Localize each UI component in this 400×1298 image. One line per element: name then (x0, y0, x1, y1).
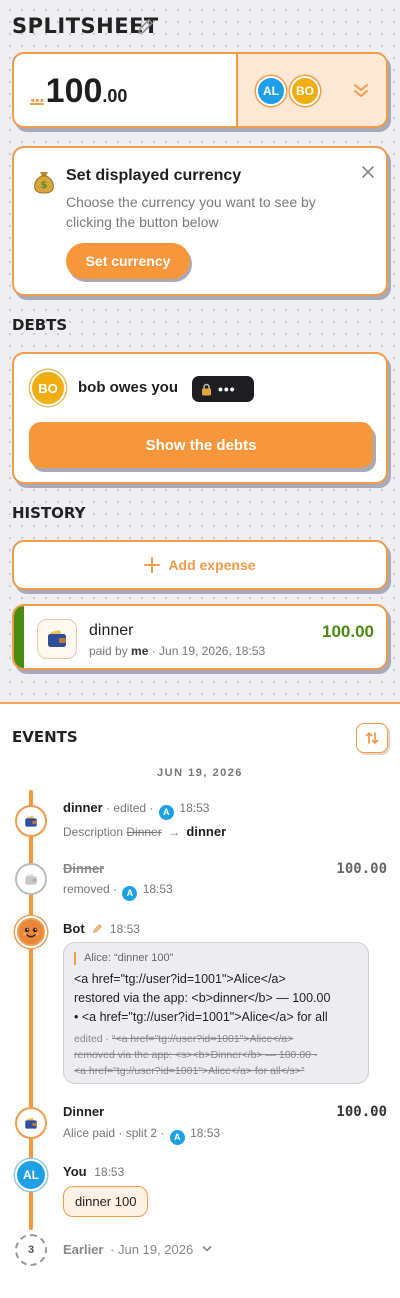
change-arrow: → (168, 825, 181, 839)
event-node-dinner (15, 1107, 47, 1139)
expense-amount: 100.00 (322, 622, 374, 641)
events-date-divider: JUN 19, 2026 (157, 767, 243, 779)
event-edited-detail: Description Dinner → dinner (63, 824, 226, 839)
bot-edited-line-2: removed via the app: <s><b>Dinner</b> — … (74, 1049, 318, 1061)
hidden-amount-pill[interactable]: ••• (192, 376, 254, 402)
debt-text: bob owes you (78, 379, 179, 396)
event-dinner-meta: Alice paid · split 2 · A 18:53 (63, 1126, 220, 1145)
show-debts-button[interactable]: Show the debts (29, 422, 373, 468)
event-edited-header: dinner · edited · A 18:53 (63, 800, 209, 820)
event-removed-time: 18:53 (142, 882, 173, 896)
hidden-amount-dots: ••• (218, 381, 236, 397)
currency-notice-body-2: clicking the button below (66, 214, 219, 230)
new-value: dinner (186, 824, 227, 839)
event-edited-time: 18:53 (179, 801, 210, 815)
event-dinner-title: Dinner (63, 1104, 105, 1119)
currency-notice-title: Set displayed currency (66, 167, 242, 184)
pencil-icon (93, 924, 103, 933)
balance-amount: ... 100 .00 (30, 72, 127, 111)
paid-by-prefix: paid by (89, 644, 132, 658)
chevron-down-icon (202, 1246, 212, 1252)
plus-icon (144, 557, 161, 573)
bot-edited-line-1: edited · “<a href="tg://user?id=1001">Al… (74, 1033, 293, 1045)
chevron-double-down-icon[interactable] (352, 83, 370, 99)
event-removed-avatar: A (122, 885, 138, 901)
wallet-icon (25, 815, 37, 827)
expense-paid-by: paid by me · Jun 19, 2026, 18:53 (89, 644, 265, 658)
dinner-meta-text: Alice paid · split 2 · (63, 1126, 168, 1140)
amount-main: 100 (45, 72, 103, 110)
earlier-count[interactable]: 3 (15, 1234, 47, 1266)
bot-message-line-3: • <a href="tg://user?id=1001">Alice</a> … (74, 1010, 328, 1024)
event-removed-title: Dinner (63, 861, 105, 876)
earlier-label: Earlier (63, 1242, 104, 1257)
expense-icon-box (37, 619, 77, 659)
currency-placeholder[interactable]: ... (30, 85, 45, 108)
add-expense-button[interactable]: Add expense (12, 540, 388, 590)
debts-card: BO bob owes you ••• Show the debts (12, 352, 388, 484)
svg-text:$: $ (41, 180, 48, 191)
edited-old-1: “<a href="tg://user?id=1001">Alice</a> (111, 1033, 294, 1045)
paid-by-name: me (131, 644, 149, 658)
sort-toggle-button[interactable] (356, 723, 388, 753)
event-dinner-time: 18:53 (190, 1126, 221, 1140)
money-bag-icon: $ (34, 172, 54, 194)
you-message-bubble: dinner 100 (63, 1186, 149, 1217)
bot-message-bubble: Alice: “dinner 100” <a href="tg://user?i… (63, 942, 369, 1084)
bot-quote: Alice: “dinner 100” (74, 952, 173, 965)
event-edited-title: dinner (63, 800, 103, 815)
expense-status-stripe (14, 606, 24, 668)
bot-avatar (15, 916, 47, 948)
close-icon[interactable] (362, 166, 374, 178)
bot-message-line-2: restored via the app: <b>dinner</b> — 10… (74, 991, 331, 1005)
amount-cents: .00 (102, 86, 128, 106)
set-currency-button[interactable]: Set currency (66, 243, 190, 279)
debts-section-label: DEBTS (12, 316, 68, 334)
expense-card-dinner[interactable]: dinner paid by me · Jun 19, 2026, 18:53 … (12, 604, 388, 670)
removed-meta-text: removed · (63, 882, 121, 896)
bot-time: 18:53 (109, 922, 140, 936)
wallet-icon (48, 630, 66, 647)
events-section-label: EVENTS (12, 728, 78, 746)
event-dinner-avatar: A (169, 1129, 185, 1145)
balance-card[interactable]: ... 100 .00 AL BO (12, 52, 388, 128)
bot-edited-line-3: <a href="tg://user?id=1001">Alice</a> fo… (74, 1065, 305, 1077)
wallet-icon (25, 1117, 37, 1129)
history-section-label: HISTORY (12, 504, 86, 522)
expense-date: · Jun 19, 2026, 18:53 (148, 644, 266, 658)
lock-icon (202, 383, 211, 395)
currency-notice-body-1: Choose the currency you want to see by (66, 194, 316, 210)
earlier-toggle[interactable]: Earlier · Jun 19, 2026 (63, 1242, 212, 1257)
you-name: You (63, 1164, 87, 1179)
edited-prefix: edited · (74, 1033, 112, 1045)
wallet-gray-icon (25, 873, 37, 885)
you-time: 18:53 (94, 1165, 125, 1179)
avatar-al[interactable]: AL (256, 76, 286, 106)
edit-title-icon[interactable] (136, 17, 155, 36)
detail-prefix: Description (63, 825, 127, 839)
event-edited-meta: · edited · (102, 801, 157, 815)
event-removed-amount: 100.00 (336, 861, 387, 877)
debtor-avatar: BO (30, 370, 66, 406)
event-node-edited (15, 805, 47, 837)
event-edited-avatar: A (158, 804, 174, 820)
event-you-header: You 18:53 (63, 1164, 124, 1179)
bot-face-icon (19, 920, 43, 944)
old-value: Dinner (126, 825, 162, 839)
avatar-bo[interactable]: BO (290, 76, 320, 106)
bot-name: Bot (63, 921, 85, 936)
you-avatar: AL (15, 1159, 47, 1191)
earlier-date: · Jun 19, 2026 (106, 1242, 194, 1257)
event-dinner-amount: 100.00 (336, 1104, 387, 1120)
event-removed-meta: removed · A 18:53 (63, 882, 173, 901)
add-expense-label: Add expense (168, 557, 256, 573)
expense-title: dinner (89, 622, 134, 639)
quote-text: Alice: “dinner 100” (84, 952, 174, 964)
currency-notice-card: $ Set displayed currency Choose the curr… (12, 146, 388, 296)
bot-message-line-1: <a href="tg://user?id=1001">Alice</a> (74, 972, 286, 986)
event-node-removed (15, 863, 47, 895)
event-bot-header: Bot 18:53 (63, 921, 140, 936)
sort-arrows-icon (365, 732, 379, 744)
